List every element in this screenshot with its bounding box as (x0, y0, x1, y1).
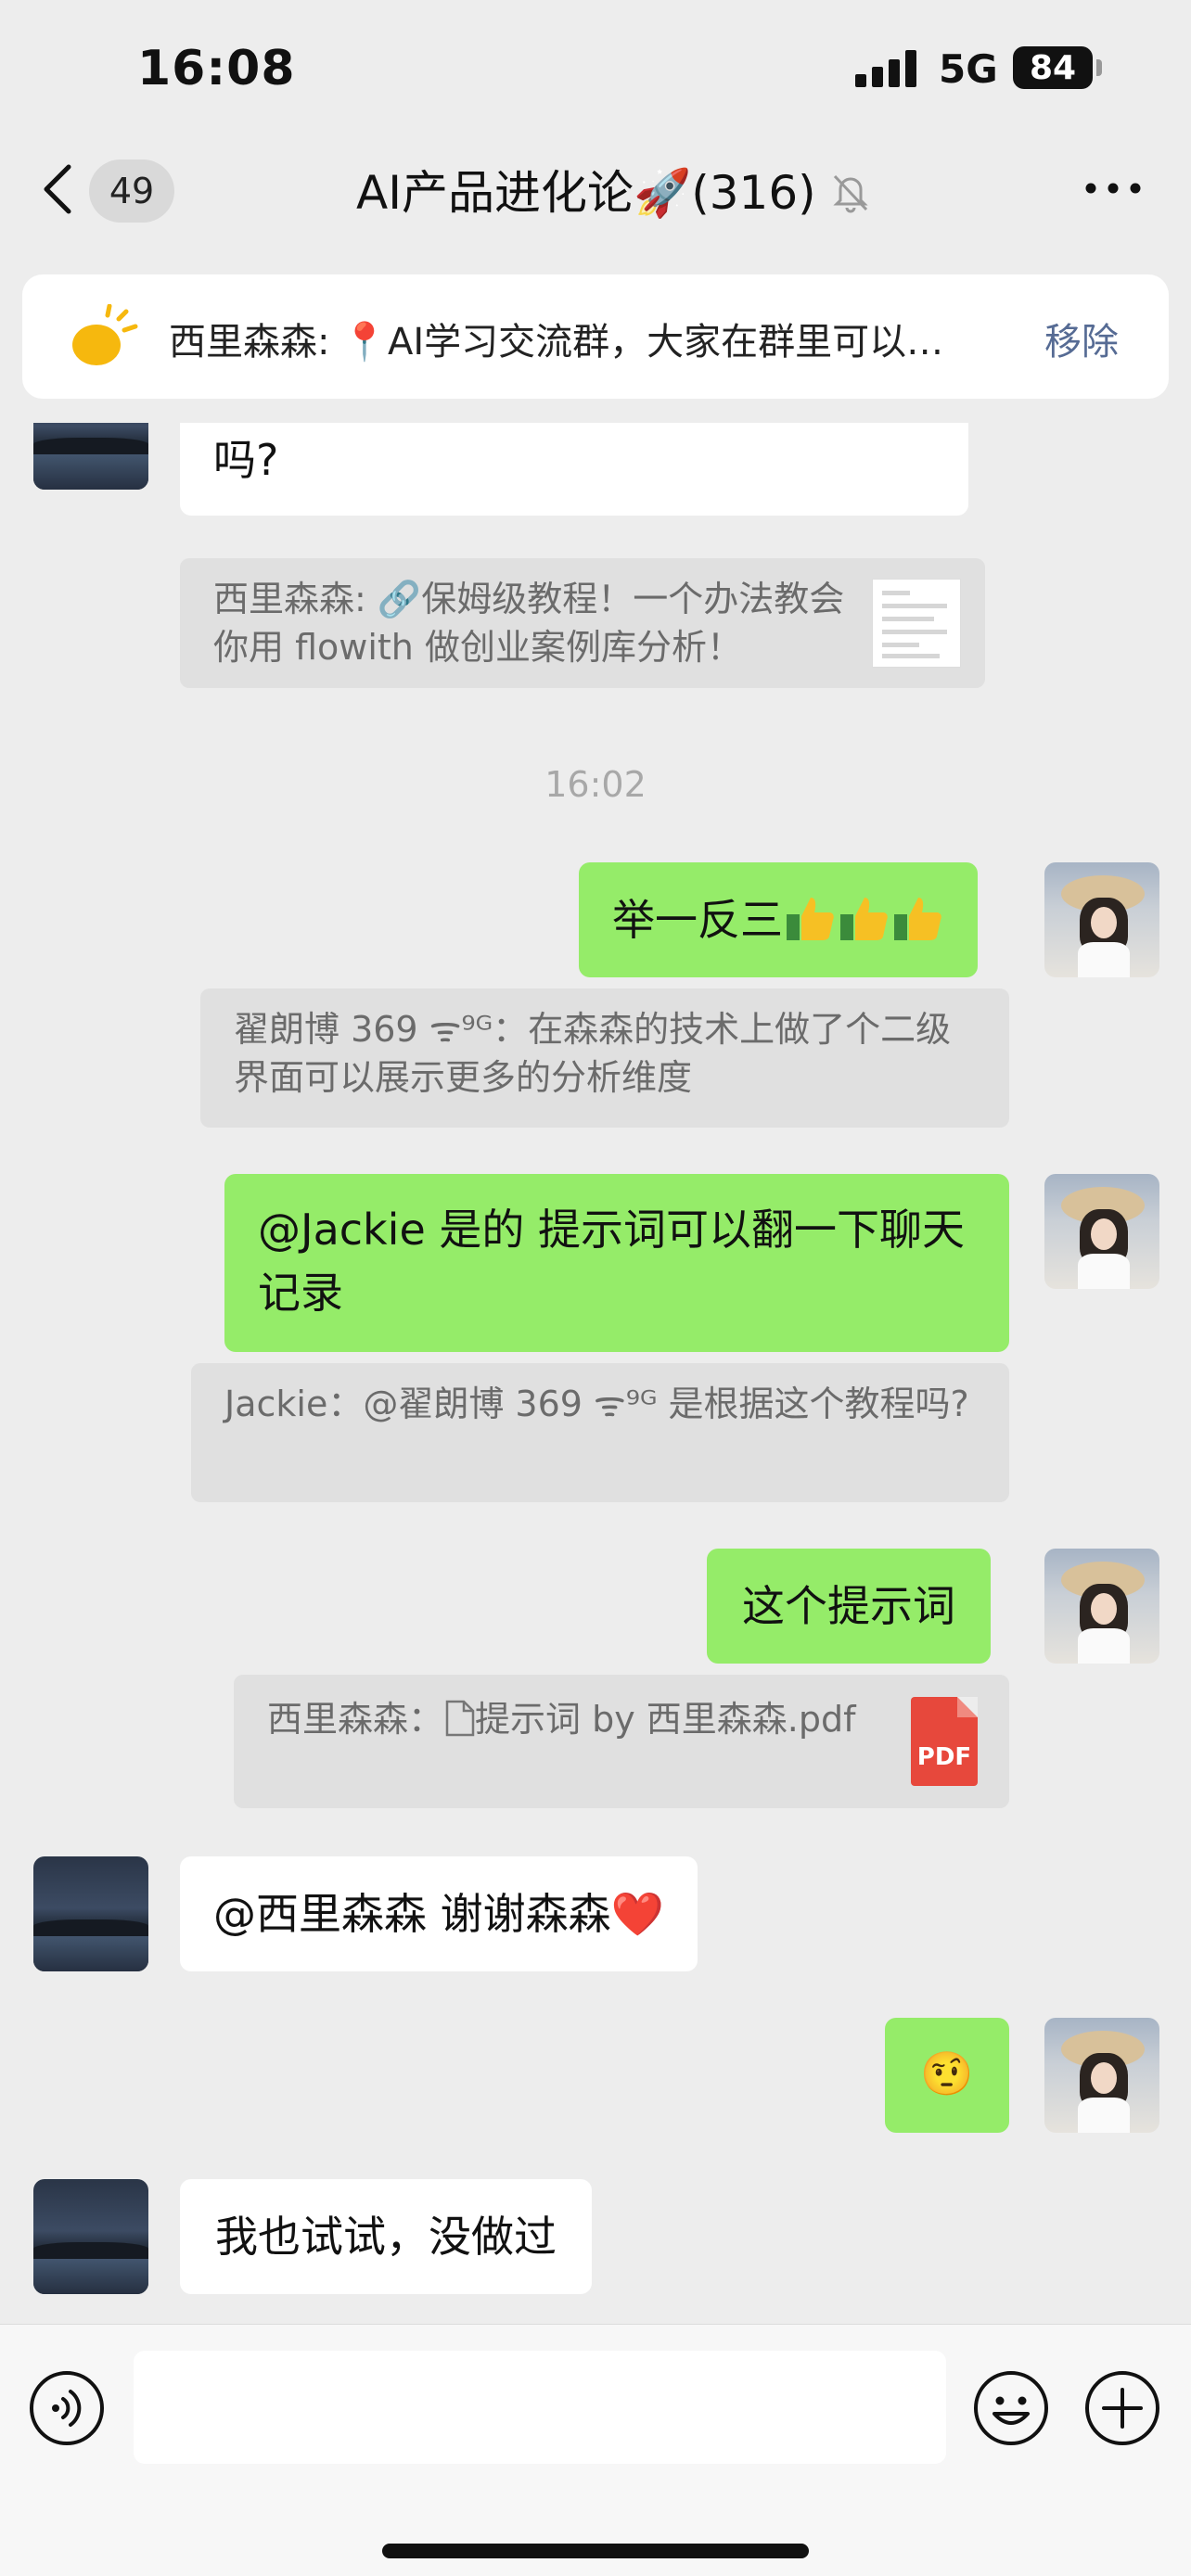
quoted-text: 翟朗博 369 ᯤ⁹ᴳ：在森森的技术上做了个二级界面可以展示更多的分析维度 (234, 1009, 952, 1098)
status-bar: 16:08 5G 84 (0, 0, 1191, 139)
avatar[interactable] (33, 423, 148, 490)
avatar-dress (1078, 2098, 1130, 2133)
article-thumbnail (872, 579, 961, 668)
voice-input-icon[interactable] (28, 2369, 106, 2447)
nav-bar: 49 AI产品进化论🚀(316) (0, 139, 1191, 246)
avatar-dress (1078, 1628, 1130, 1664)
battery-level: 84 (1029, 48, 1077, 87)
message-bubble[interactable]: 这个提示词 (707, 1549, 991, 1664)
avatar-dress (1078, 1254, 1130, 1289)
avatar-trees (33, 438, 148, 454)
my-avatar[interactable] (1044, 1549, 1159, 1664)
message-bubble[interactable]: @翟朗博 369 ᯤ⁹ᴳ 是根据这个教程吗? (180, 423, 968, 516)
announcement-bulb-icon (72, 304, 138, 365)
thumbs-up-icon (840, 898, 888, 940)
timestamp: 16:02 (544, 764, 647, 805)
chat-screen: 16:08 5G 84 49 AI产品进化论🚀(316) 西里森森: 📍AI学习… (0, 0, 1191, 2576)
avatar-trees (33, 1919, 148, 1936)
message-bubble[interactable]: @西里森森 谢谢森森❤️ (180, 1856, 698, 1971)
avatar-face (1091, 907, 1117, 938)
message-bubble[interactable]: 举一反三 (579, 862, 978, 977)
message-bubble[interactable]: 我也试试，没做过 (180, 2179, 592, 2294)
quoted-reply[interactable]: 翟朗博 369 ᯤ⁹ᴳ：在森森的技术上做了个二级界面可以展示更多的分析维度 (200, 988, 1009, 1128)
avatar-face (1091, 1218, 1117, 1250)
input-bar (0, 2324, 1191, 2576)
quoted-file-reply[interactable]: 西里森森： 提示词 by 西里森森.pdf (234, 1675, 1009, 1808)
message-text: @翟朗博 369 ᯤ⁹ᴳ 是根据这个教程吗? (213, 435, 279, 485)
mute-bell-icon (833, 174, 868, 213)
message-text: 这个提示词 (742, 1581, 955, 1631)
message-emoji: 🤨 (920, 2048, 974, 2098)
message-input[interactable] (134, 2351, 946, 2464)
pdf-label: PDF (916, 1743, 972, 1771)
remove-pin-button[interactable]: 移除 (1044, 312, 1119, 365)
home-indicator (382, 2544, 809, 2558)
avatar-water (33, 2259, 148, 2294)
message-text: 我也试试，没做过 (215, 2212, 557, 2262)
my-avatar[interactable] (1044, 2018, 1159, 2133)
my-avatar[interactable] (1044, 862, 1159, 977)
pdf-file-icon[interactable]: PDF (911, 1697, 978, 1786)
avatar-trees (33, 2242, 148, 2259)
message-text: @西里森森 谢谢森森❤️ (213, 1889, 664, 1939)
avatar-water (33, 1936, 148, 1971)
message-bubble[interactable]: @Jackie 是的 提示词可以翻一下聊天记录 (224, 1174, 1009, 1352)
avatar-water (33, 454, 148, 490)
chat-title[interactable]: AI产品进化论🚀(316) (356, 161, 816, 220)
quoted-text: Jackie：@翟朗博 369 ᯤ⁹ᴳ 是根据这个教程吗? (224, 1384, 969, 1424)
avatar-dress (1078, 942, 1130, 977)
thumbs-up-icon (787, 898, 834, 940)
message-text: 举一反三 (612, 895, 783, 945)
file-icon (445, 1700, 475, 1737)
battery-tip (1096, 59, 1102, 76)
emoji-icon[interactable] (972, 2369, 1050, 2447)
pinned-message-banner[interactable]: 西里森森: 📍AI学习交流群，大家在群里可以… 移除 (22, 274, 1169, 399)
quoted-reply[interactable]: 西里森森: 🔗保姆级教程！一个办法教会你用 flowith 做创业案例库分析！ (180, 558, 985, 688)
thumbs-up-icon (894, 898, 941, 940)
plus-icon[interactable] (1083, 2369, 1161, 2447)
pinned-message-text[interactable]: 西里森森: 📍AI学习交流群，大家在群里可以… (169, 312, 1004, 363)
quoted-reply[interactable]: Jackie：@翟朗博 369 ᯤ⁹ᴳ 是根据这个教程吗? (191, 1363, 1009, 1502)
more-options-icon[interactable] (1083, 174, 1143, 202)
battery-icon: 84 (1013, 46, 1093, 89)
avatar[interactable] (33, 2179, 148, 2294)
message-list[interactable]: @翟朗博 369 ᯤ⁹ᴳ 是根据这个教程吗? 西里森森: 🔗保姆级教程！一个办法… (0, 423, 1191, 2324)
back-chevron-icon[interactable] (37, 161, 83, 217)
my-avatar[interactable] (1044, 1174, 1159, 1289)
message-bubble[interactable]: 🤨 (885, 2018, 1009, 2133)
quoted-file-name: 提示词 by 西里森森.pdf (475, 1699, 856, 1740)
avatar[interactable] (33, 1856, 148, 1971)
quoted-text: 西里森森: 🔗保姆级教程！一个办法教会你用 flowith 做创业案例库分析！ (213, 579, 845, 668)
unread-count-badge[interactable]: 49 (89, 159, 174, 223)
cellular-signal-icon (855, 50, 916, 87)
message-text: @Jackie 是的 提示词可以翻一下聊天记录 (258, 1205, 966, 1318)
avatar-face (1091, 2062, 1117, 2094)
quoted-sender: 西里森森： (267, 1699, 444, 1740)
status-time: 16:08 (137, 41, 296, 96)
network-type: 5G (939, 46, 998, 92)
avatar-face (1091, 1593, 1117, 1625)
